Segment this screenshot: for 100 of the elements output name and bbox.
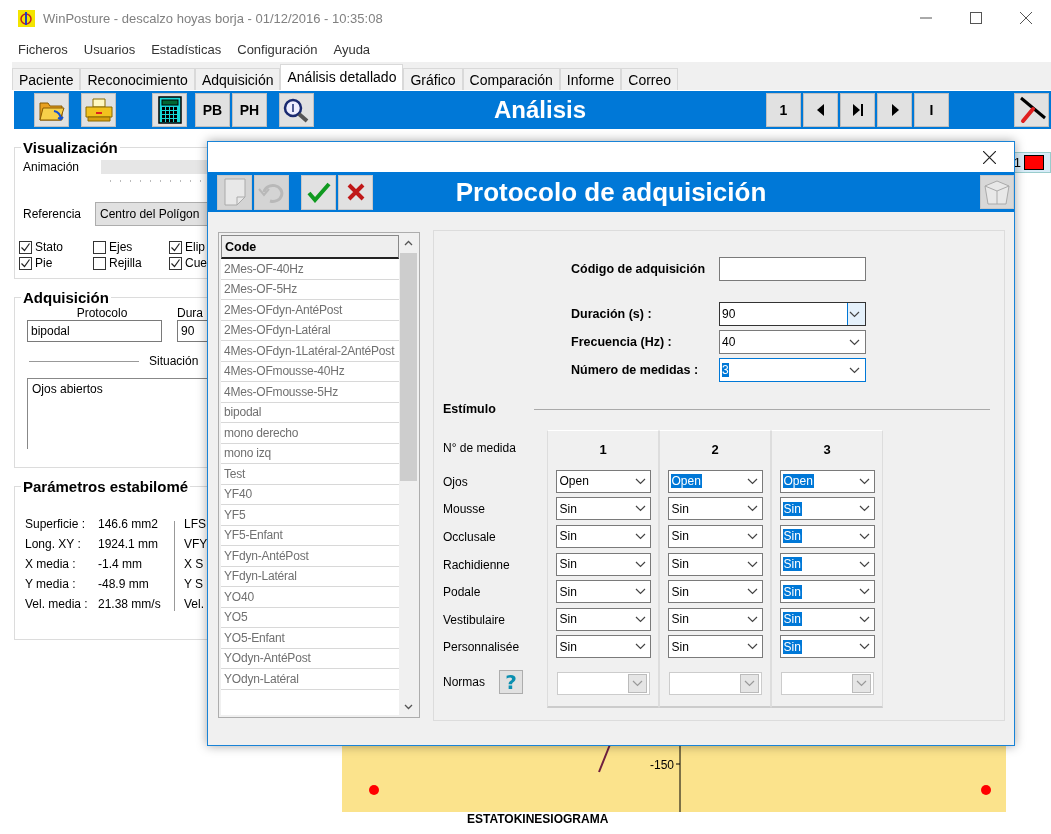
tab[interactable]: Paciente <box>12 68 81 90</box>
row-label: Ojos <box>443 473 469 491</box>
checkbox[interactable]: Ejes <box>93 240 169 254</box>
toolbar-button[interactable] <box>152 93 187 127</box>
dropdown[interactable]: 40 <box>719 330 866 354</box>
list-item[interactable]: Test <box>221 464 399 485</box>
toolbar-button[interactable] <box>840 93 875 127</box>
parameter-value: -48.9 mm <box>98 577 150 591</box>
list-item[interactable]: mono derecho <box>221 423 399 444</box>
document-icon <box>223 178 246 206</box>
input-field[interactable] <box>719 257 866 281</box>
list-item[interactable]: mono izq <box>221 443 399 464</box>
checkbox[interactable]: Stato <box>19 240 93 254</box>
tab[interactable]: Correo <box>621 68 679 90</box>
dropdown[interactable]: Open <box>667 469 763 493</box>
dropdown[interactable]: Sin <box>779 525 875 548</box>
list-item[interactable]: 4Mes-OFdyn-1Latéral-2AntéPost <box>221 341 399 362</box>
dropdown[interactable]: Sin <box>555 497 651 521</box>
dropdown[interactable]: Open <box>779 469 875 493</box>
toolbar-button[interactable] <box>279 93 314 127</box>
menu-item[interactable]: Estadísticas <box>151 41 222 57</box>
column-header[interactable]: Code <box>221 235 399 259</box>
dropdown[interactable]: Sin <box>779 607 875 631</box>
checkbox[interactable]: Cue <box>169 256 214 270</box>
list-box[interactable] <box>218 232 420 718</box>
dropdown[interactable]: Sin <box>555 580 651 604</box>
list-item[interactable]: 4Mes-OFmousse-40Hz <box>221 361 399 382</box>
dropdown[interactable]: Sin <box>667 607 763 631</box>
chevron-icon <box>746 477 758 485</box>
toolbar-button[interactable]: 1 <box>766 93 801 127</box>
tab[interactable]: Análisis detallado <box>280 64 404 90</box>
menu-item[interactable]: Ficheros <box>18 41 68 57</box>
toolbar-button[interactable]: PH <box>232 93 267 127</box>
dropdown[interactable]: Sin <box>555 635 651 659</box>
dropdown[interactable]: Sin <box>667 497 763 521</box>
dropdown[interactable]: Sin <box>667 635 763 659</box>
field-label: Código de adquisición <box>571 262 707 276</box>
list-item[interactable]: YF5 <box>221 505 399 526</box>
list-item[interactable]: YF40 <box>221 484 399 505</box>
list-item[interactable]: 2Mes-OF-5Hz <box>221 279 399 300</box>
checkbox[interactable]: Elip <box>169 240 214 254</box>
chevron-icon <box>634 615 646 623</box>
dropdown[interactable]: Sin <box>555 525 651 548</box>
chevron-icon <box>858 643 870 651</box>
dropdown[interactable]: Sin <box>667 552 763 576</box>
tab[interactable]: Adquisición <box>194 68 281 90</box>
chevron-icon <box>634 560 646 568</box>
tab[interactable]: Reconocimiento <box>80 68 195 90</box>
tab[interactable]: Gráfico <box>403 68 463 90</box>
checkbox[interactable]: Rejilla <box>93 256 169 270</box>
list-item[interactable]: 2Mes-OFdyn-Latéral <box>221 320 399 341</box>
dropdown[interactable]: 3 <box>719 358 866 382</box>
scrollbar-thumb[interactable] <box>400 253 417 481</box>
input-field[interactable]: bipodal <box>27 320 162 342</box>
field-label: Situación <box>149 354 199 368</box>
dropdown[interactable]: Sin <box>667 580 763 604</box>
dropdown[interactable]: Sin <box>555 607 651 631</box>
calculator-icon <box>157 96 182 124</box>
dropdown[interactable]: Sin <box>779 497 875 521</box>
tab[interactable]: Comparación <box>462 68 560 90</box>
menu-item[interactable]: Usuarios <box>83 41 136 57</box>
row-label: Personnalisée <box>443 639 521 657</box>
menu-item[interactable]: Configuración <box>237 41 318 57</box>
checkmark-icon <box>306 181 331 203</box>
chevron-icon <box>746 615 758 623</box>
parameter-label: Long. XY : <box>25 537 82 551</box>
dropdown[interactable]: Sin <box>779 552 875 576</box>
toolbar-button[interactable]: PB <box>195 93 230 127</box>
field-label: Duración (s) : <box>571 307 653 321</box>
list-item[interactable]: YO5-Enfant <box>221 628 399 649</box>
list-item[interactable]: 2Mes-OF-40Hz <box>221 259 399 280</box>
list-item[interactable]: YO40 <box>221 587 399 608</box>
menu-item[interactable]: Ayuda <box>333 41 371 57</box>
scroll-down-icon[interactable] <box>403 704 413 710</box>
parameter-label: Y media : <box>25 577 77 591</box>
list-item[interactable]: YO5 <box>221 607 399 628</box>
toolbar-button[interactable]: I <box>914 93 949 127</box>
checkbox[interactable]: Pie <box>19 256 93 270</box>
list-item[interactable]: 2Mes-OFdyn-AntéPost <box>221 300 399 321</box>
axis-label: -150 <box>650 758 675 772</box>
scroll-up-icon[interactable] <box>403 240 413 246</box>
field-label: Referencia <box>23 207 82 221</box>
tab[interactable]: Informe <box>559 68 622 90</box>
list-item[interactable]: YOdyn-Latéral <box>221 669 399 690</box>
dropdown[interactable]: Sin <box>667 525 763 548</box>
list-item[interactable]: YF5-Enfant <box>221 525 399 546</box>
list-item[interactable]: bipodal <box>221 402 399 423</box>
dropdown[interactable]: Open <box>555 469 651 493</box>
chevron-icon <box>746 643 758 651</box>
toolbar-button[interactable] <box>803 93 838 127</box>
list-item[interactable]: YFdyn-Latéral <box>221 566 399 587</box>
list-item[interactable]: YOdyn-AntéPost <box>221 648 399 669</box>
dropdown[interactable]: Sin <box>779 580 875 604</box>
dropdown[interactable]: Sin <box>779 635 875 659</box>
toolbar-button[interactable] <box>1014 93 1049 127</box>
dropdown[interactable]: 90 <box>719 302 866 326</box>
dropdown[interactable]: Sin <box>555 552 651 576</box>
list-item[interactable]: 4Mes-OFmousse-5Hz <box>221 382 399 403</box>
list-item[interactable]: YFdyn-AntéPost <box>221 546 399 567</box>
toolbar-button[interactable] <box>877 93 912 127</box>
